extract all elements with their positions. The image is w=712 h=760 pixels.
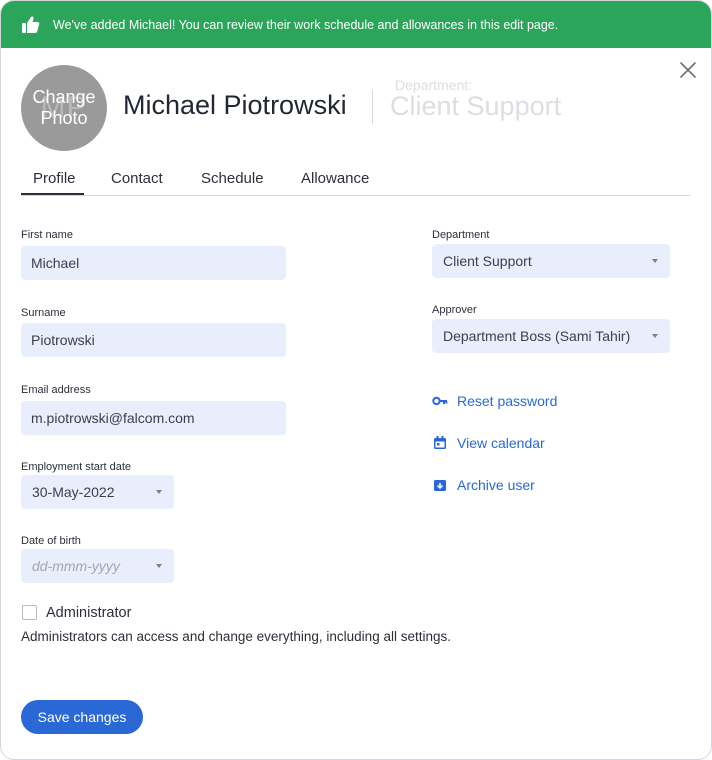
tab-schedule[interactable]: Schedule [201,170,264,187]
key-icon [432,393,448,409]
archive-icon [432,477,448,493]
dob-label: Date of birth [21,535,81,547]
header-divider [372,90,373,124]
thumbs-up-icon [21,15,40,34]
approver-label: Approver [432,304,477,316]
caret-down-icon [156,564,162,568]
first-name-label: First name [21,229,73,241]
start-date-value: 30-May-2022 [32,484,115,500]
edit-user-dialog: We've added Michael! You can review thei… [0,0,712,760]
archive-user-label: Archive user [457,477,535,493]
first-name-value: Michael [31,255,80,271]
reset-password-label: Reset password [457,393,558,409]
administrator-label: Administrator [46,605,132,621]
department-label: Department [432,229,490,241]
change-photo-overlay[interactable]: Change Photo [21,65,107,151]
email-label: Email address [21,384,91,396]
start-date-select[interactable]: 30-May-2022 [21,475,174,509]
avatar[interactable]: MP Change Photo [21,65,107,151]
approver-select[interactable]: Department Boss (Sami Tahir) [432,319,670,353]
tab-bar: Profile Contact Schedule Allowance [21,161,690,196]
change-photo-line2: Photo [40,108,88,128]
department-value: Client Support [443,253,532,269]
email-value: m.piotrowski@falcom.com [31,410,195,426]
surname-value: Piotrowski [31,332,95,348]
calendar-icon [432,435,448,451]
dob-select[interactable]: dd-mmm-yyyy [21,549,174,583]
user-name: Michael Piotrowski [123,90,347,120]
archive-user-link[interactable]: Archive user [432,477,535,493]
administrator-checkbox[interactable] [22,605,37,620]
active-tab-indicator [21,193,84,195]
tab-profile[interactable]: Profile [33,170,76,187]
view-calendar-label: View calendar [457,435,545,451]
caret-down-icon [652,334,658,338]
caret-down-icon [652,259,658,263]
banner-message: We've added Michael! You can review thei… [53,17,559,32]
surname-label: Surname [21,307,66,319]
view-calendar-link[interactable]: View calendar [432,435,545,451]
surname-input[interactable]: Piotrowski [21,323,286,357]
department-select[interactable]: Client Support [432,244,670,278]
header-department-value: Client Support [390,91,562,121]
tab-allowance[interactable]: Allowance [301,170,369,187]
tab-contact[interactable]: Contact [111,170,163,187]
caret-down-icon [156,490,162,494]
approver-value: Department Boss (Sami Tahir) [443,328,631,344]
dob-placeholder: dd-mmm-yyyy [32,558,120,574]
reset-password-link[interactable]: Reset password [432,393,557,409]
change-photo-line1: Change [32,87,96,107]
success-banner: We've added Michael! You can review thei… [1,1,711,48]
administrator-description: Administrators can access and change eve… [21,629,451,644]
first-name-input[interactable]: Michael [21,246,286,280]
email-input[interactable]: m.piotrowski@falcom.com [21,401,286,435]
close-icon[interactable] [677,59,699,81]
start-date-label: Employment start date [21,461,132,473]
save-changes-button[interactable]: Save changes [21,700,143,734]
